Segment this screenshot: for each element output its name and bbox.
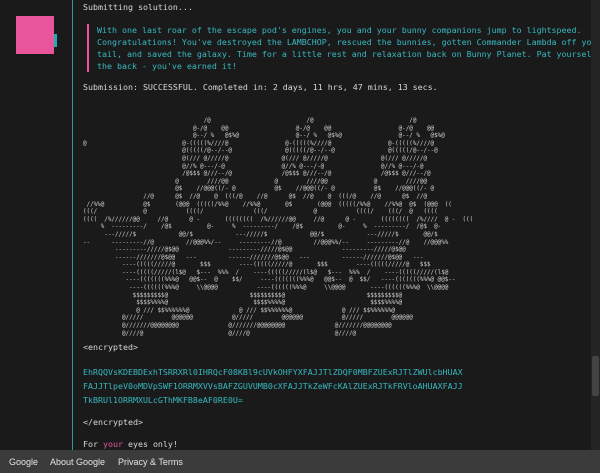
footer-link-google[interactable]: Google — [9, 457, 38, 467]
cursor-icon — [54, 34, 57, 47]
terminal-window[interactable]: Submitting solution... With one last roa… — [72, 0, 600, 450]
footer-link-privacy-terms[interactable]: Privacy & Terms — [118, 457, 183, 467]
encrypted-open-tag: <encrypted> — [83, 342, 138, 352]
encrypted-line: FAJJTlpeV0oMDVpSWF1ORRMXVVsBAFZGUVUMB0cX… — [83, 381, 463, 391]
scrollbar-thumb[interactable] — [592, 356, 599, 396]
terminal-scrollbar[interactable] — [591, 0, 600, 450]
encrypted-line: TkBRUl1ORRMXULcGThMKFB8eAF0RE0U= — [83, 395, 243, 405]
closing-highlight: your — [102, 439, 123, 449]
foobar-logo — [16, 16, 54, 54]
encrypted-line: EhRQQVsKDEBDExhTSRRXRl0IHRQcF08KBl9cUVkO… — [83, 367, 463, 377]
closing-post: eyes only! — [122, 439, 178, 449]
closing-line: For your eyes only! — [83, 438, 178, 450]
message-line: With one last roar of the escape pod's e… — [97, 25, 582, 35]
closing-pre: For — [83, 439, 103, 449]
footer-link-about-google[interactable]: About Google — [50, 457, 105, 467]
submitting-line: Submitting solution... — [83, 2, 193, 12]
submission-status: Submission: SUCCESSFUL. Completed in: 2 … — [83, 82, 438, 92]
footer: Google About Google Privacy & Terms — [0, 450, 600, 473]
left-panel — [0, 0, 72, 450]
message-line: Congratulations! You've destroyed the LA… — [97, 37, 600, 47]
encrypted-close-tag: </encrypted> — [83, 417, 143, 427]
bunny-ascii-art: /@ /@ /@ @-/@ @@ @-/@ @@ @-/@ @@ @--/ % — [83, 118, 474, 337]
message-line: tail, and saved the galaxy. Time for a l… — [97, 49, 600, 59]
congratulations-message: With one last roar of the escape pod's e… — [87, 24, 600, 72]
message-line: the back - you've earned it! — [97, 61, 237, 71]
